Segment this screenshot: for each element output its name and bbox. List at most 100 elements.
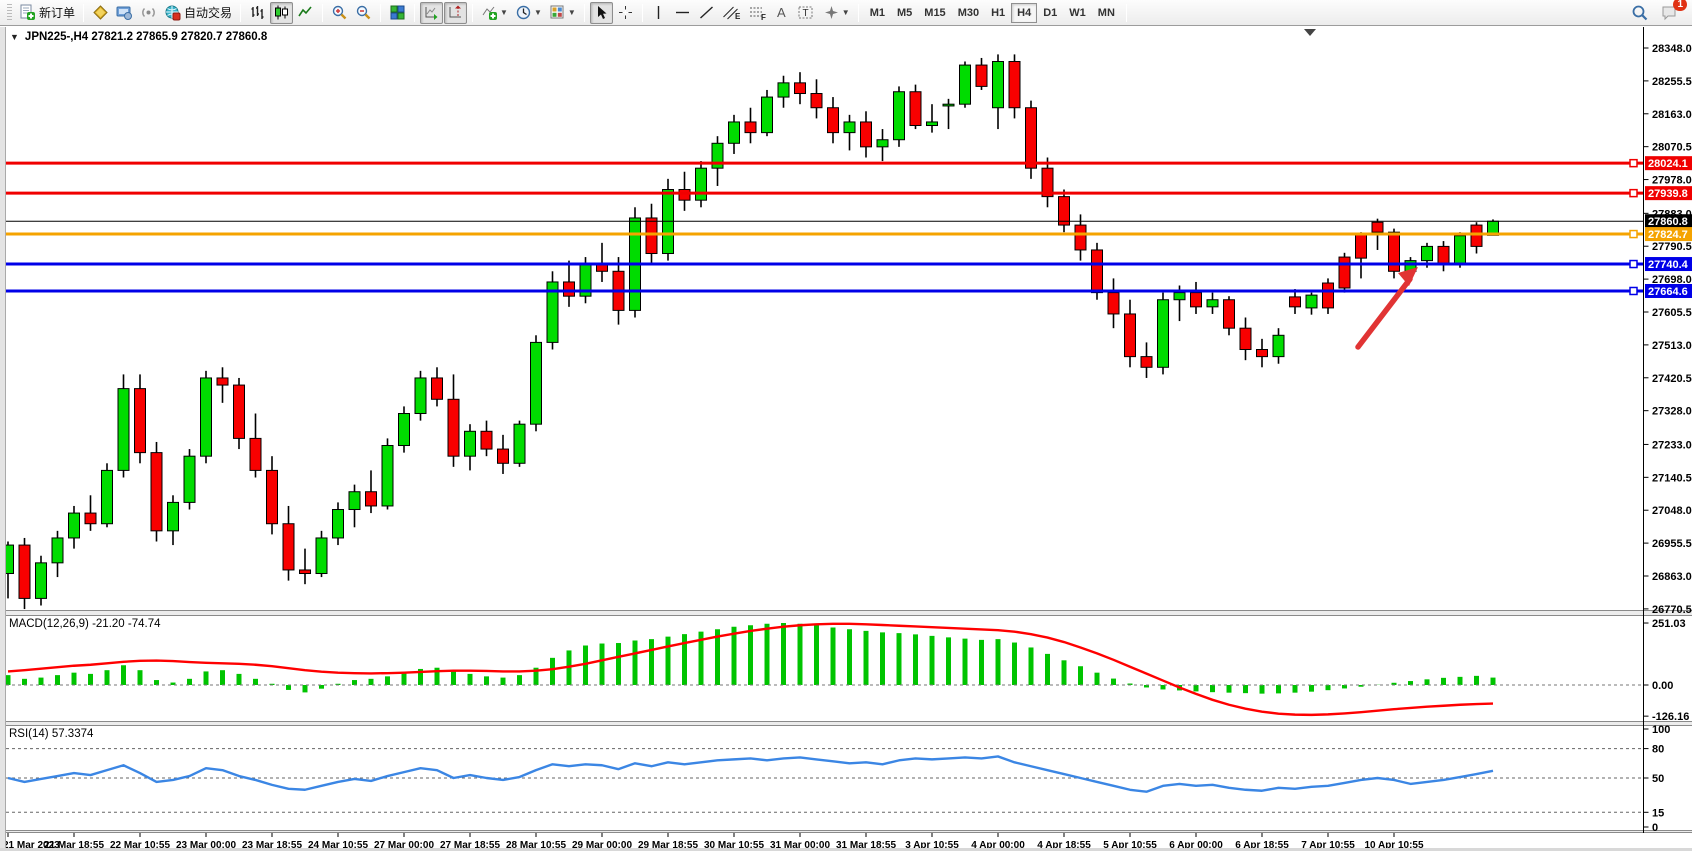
chevron-down-icon[interactable]: ▼ xyxy=(568,8,576,17)
fibonacci-button[interactable]: F xyxy=(745,2,770,24)
terminal-button[interactable] xyxy=(113,2,136,24)
window-left-border xyxy=(0,27,6,851)
separator xyxy=(322,4,323,22)
rsi-pane xyxy=(0,749,1644,813)
horizontal-line-button[interactable] xyxy=(671,2,694,24)
separator xyxy=(584,4,585,22)
svg-text:251.03: 251.03 xyxy=(1652,618,1686,630)
text-label-button[interactable]: T xyxy=(794,2,819,24)
timeframe-H4[interactable]: H4 xyxy=(1011,3,1037,23)
line-chart-button[interactable] xyxy=(294,2,317,24)
separator xyxy=(240,4,241,22)
chevron-down-icon[interactable]: ▼ xyxy=(500,8,508,17)
timeframe-group: M1M5M15M30H1H4D1W1MN xyxy=(864,3,1121,23)
zoom-in-icon xyxy=(331,4,348,21)
broadcast-button[interactable] xyxy=(137,2,160,24)
candlesticks xyxy=(3,54,1499,609)
chart-title-bar[interactable]: ▼ JPN225-,H4 27821.2 27865.9 27820.7 278… xyxy=(10,31,267,43)
vertical-line-button[interactable] xyxy=(648,2,670,24)
chart-title: JPN225-,H4 27821.2 27865.9 27820.7 27860… xyxy=(25,31,267,43)
zoom-out-button[interactable] xyxy=(352,2,375,24)
chart-window: 28348.028255.528163.028070.527978.027883… xyxy=(0,27,1692,851)
auto-trading-label: 自动交易 xyxy=(184,4,232,21)
separator xyxy=(472,4,473,22)
timeframe-W1[interactable]: W1 xyxy=(1063,3,1092,23)
trendline-button[interactable] xyxy=(695,2,718,24)
horizontal-line-icon xyxy=(674,4,691,21)
svg-text:-126.16: -126.16 xyxy=(1652,711,1689,723)
chart-shift-button[interactable] xyxy=(444,2,467,24)
pane-separators xyxy=(0,610,1692,833)
notification-badge: 1 xyxy=(1673,0,1687,11)
price-axis[interactable]: 28348.028255.528163.028070.527978.027883… xyxy=(1644,27,1692,834)
templates-button[interactable]: ▼ xyxy=(546,2,579,24)
bar-chart-button[interactable] xyxy=(246,2,269,24)
svg-text:A: A xyxy=(777,5,786,20)
svg-text:0.00: 0.00 xyxy=(1652,680,1673,692)
cursor-button[interactable] xyxy=(590,2,613,24)
tile-windows-icon xyxy=(389,4,406,21)
text-button[interactable]: A xyxy=(771,2,793,24)
shift-marker[interactable] xyxy=(1304,29,1316,36)
pivot-line-handle[interactable] xyxy=(1630,231,1637,238)
svg-text:27233.0: 27233.0 xyxy=(1652,439,1692,451)
macd-indicator-label: MACD(12,26,9) -21.20 -74.74 xyxy=(9,618,161,630)
tile-windows-button[interactable] xyxy=(386,2,409,24)
candlestick-chart-button[interactable] xyxy=(270,2,293,24)
timeframe-M5[interactable]: M5 xyxy=(891,3,918,23)
charts-button[interactable] xyxy=(89,2,112,24)
algo-trading-icon xyxy=(164,4,181,21)
crosshair-button[interactable] xyxy=(614,2,637,24)
timeframe-MN[interactable]: MN xyxy=(1092,3,1121,23)
bar-chart-icon xyxy=(249,4,266,21)
resistance-line-1-handle[interactable] xyxy=(1630,160,1637,167)
periods-icon xyxy=(515,4,532,21)
level-lines[interactable] xyxy=(0,160,1644,295)
trend-arrow-annotation[interactable] xyxy=(1358,267,1418,347)
channel-icon: E xyxy=(722,4,741,21)
templates-icon xyxy=(549,4,566,21)
indicators-icon xyxy=(481,4,498,21)
svg-text:27824.7: 27824.7 xyxy=(1648,229,1688,241)
support-line-1-handle[interactable] xyxy=(1630,261,1637,268)
support-line-2-handle[interactable] xyxy=(1630,287,1637,294)
search-icon xyxy=(1631,4,1649,22)
new-order-button[interactable]: 新订单 xyxy=(16,2,78,24)
timeframe-H1[interactable]: H1 xyxy=(985,3,1011,23)
timeframe-D1[interactable]: D1 xyxy=(1037,3,1063,23)
chart-shift-marker[interactable] xyxy=(1304,29,1316,36)
chart-menu-dropdown-icon[interactable]: ▼ xyxy=(10,32,19,42)
resistance-line-2-handle[interactable] xyxy=(1630,190,1637,197)
svg-text:28163.0: 28163.0 xyxy=(1652,109,1692,121)
terminal-icon xyxy=(116,4,133,21)
svg-text:T: T xyxy=(802,8,808,19)
separator xyxy=(414,4,415,22)
zoom-in-button[interactable] xyxy=(328,2,351,24)
svg-text:27048.0: 27048.0 xyxy=(1652,505,1692,517)
svg-text:28348.0: 28348.0 xyxy=(1652,43,1692,55)
chevron-down-icon[interactable]: ▼ xyxy=(842,8,850,17)
channel-button[interactable]: E xyxy=(719,2,744,24)
svg-text:27939.8: 27939.8 xyxy=(1648,188,1688,200)
arrows-tool-button[interactable]: ▼ xyxy=(820,2,853,24)
rsi-indicator-label: RSI(14) 57.3374 xyxy=(9,728,93,740)
svg-text:26863.0: 26863.0 xyxy=(1652,571,1692,583)
timeframe-M30[interactable]: M30 xyxy=(952,3,985,23)
notifications-button[interactable]: 1 xyxy=(1658,2,1682,24)
line-chart-icon xyxy=(297,4,314,21)
timeframe-M15[interactable]: M15 xyxy=(918,3,951,23)
toolbar-grip[interactable] xyxy=(7,4,12,22)
auto-scroll-button[interactable] xyxy=(420,2,443,24)
timeframe-M1[interactable]: M1 xyxy=(864,3,891,23)
chevron-down-icon[interactable]: ▼ xyxy=(534,8,542,17)
svg-text:27605.5: 27605.5 xyxy=(1652,307,1692,319)
svg-text:28024.1: 28024.1 xyxy=(1648,158,1688,170)
separator xyxy=(1126,4,1127,22)
indicators-button[interactable]: ▼ xyxy=(478,2,511,24)
chart-canvas[interactable]: 28348.028255.528163.028070.527978.027883… xyxy=(0,27,1692,851)
auto-trading-button[interactable]: 自动交易 xyxy=(161,2,235,24)
svg-text:27790.5: 27790.5 xyxy=(1652,241,1692,253)
periods-button[interactable]: ▼ xyxy=(512,2,545,24)
search-button[interactable] xyxy=(1628,2,1652,24)
separator xyxy=(83,4,84,22)
